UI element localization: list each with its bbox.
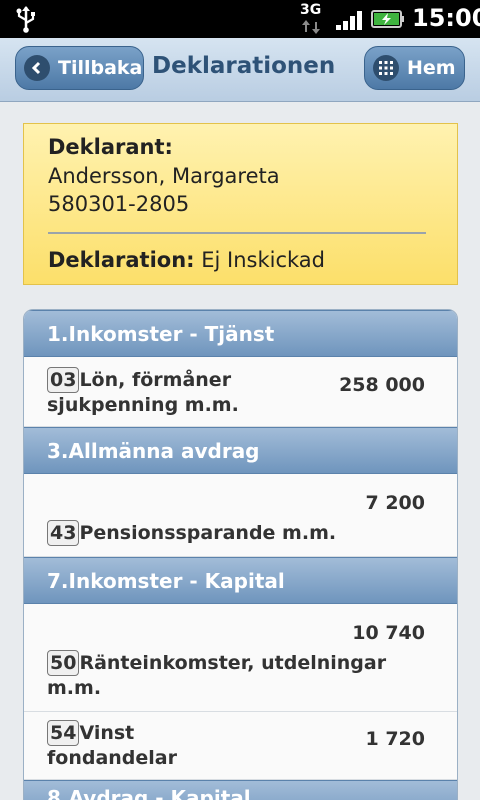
back-arrow-icon xyxy=(24,55,50,81)
declaration-status: Ej Inskickad xyxy=(201,248,326,272)
section-header-inkomster-tjanst: 1.Inkomster - Tjänst xyxy=(24,310,457,357)
item-label: 50 Ränteinkomster, utdelningar m.m. xyxy=(47,650,387,699)
section-header-inkomster-kapital: 7.Inkomster - Kapital xyxy=(24,557,457,604)
declarant-info-card: Deklarant: Andersson, Margareta 580301-2… xyxy=(23,123,458,285)
data-transfer-icon xyxy=(302,20,320,34)
home-button[interactable]: Hem xyxy=(364,46,465,90)
clock: 15:00 xyxy=(412,4,480,32)
back-button[interactable]: Tillbaka xyxy=(15,46,144,90)
network-indicator: 3G xyxy=(300,2,324,37)
home-button-label: Hem xyxy=(407,57,456,79)
declaration-list: 1.Inkomster - Tjänst 03 Lön, förmåner sju… xyxy=(23,309,458,800)
item-label: 03 Lön, förmåner sjukpenning m.m. xyxy=(47,367,239,416)
item-label: 43 Pensionssparande m.m. xyxy=(47,520,336,546)
page-title: Deklarationen xyxy=(152,53,336,79)
battery-charging-icon xyxy=(371,10,404,28)
section-header-avdrag-kapital: 8.Avdrag - Kapital xyxy=(24,780,457,800)
app-header: Tillbaka Deklarationen Hem xyxy=(0,38,480,102)
declaration-label: Deklaration: xyxy=(48,248,195,272)
status-bar: 3G 15:00 xyxy=(0,0,480,38)
declaration-status-line: Deklaration: Ej Inskickad xyxy=(48,248,325,272)
declarant-name: Andersson, Margareta xyxy=(48,164,280,188)
item-code: 03 xyxy=(47,367,80,393)
section-header-allmanna-avdrag: 3.Allmänna avdrag xyxy=(24,427,457,474)
signal-strength-icon xyxy=(336,11,362,30)
declarant-heading: Deklarant: xyxy=(48,135,173,159)
list-item-50[interactable]: 10 740 50 Ränteinkomster, utdelningar m.m… xyxy=(24,604,457,712)
item-label: 54 Vinst fondandelar xyxy=(47,720,177,769)
item-code: 50 xyxy=(47,650,80,676)
item-amount: 10 740 xyxy=(352,622,425,644)
back-button-label: Tillbaka xyxy=(58,57,143,79)
declarant-id-number: 580301-2805 xyxy=(48,192,190,216)
item-amount: 258 000 xyxy=(339,374,425,396)
item-amount: 1 720 xyxy=(365,728,426,750)
list-item-43[interactable]: 7 200 43 Pensionssparande m.m. xyxy=(24,474,457,557)
item-code: 43 xyxy=(47,520,80,546)
list-item-03[interactable]: 03 Lön, förmåner sjukpenning m.m. 258 000 xyxy=(24,357,457,427)
network-type-label: 3G xyxy=(300,2,322,18)
divider xyxy=(48,232,426,234)
item-code: 54 xyxy=(47,720,80,746)
item-amount: 7 200 xyxy=(365,492,426,514)
usb-icon xyxy=(16,6,35,33)
grid-icon xyxy=(373,55,399,81)
list-item-54[interactable]: 54 Vinst fondandelar 1 720 xyxy=(24,712,457,780)
